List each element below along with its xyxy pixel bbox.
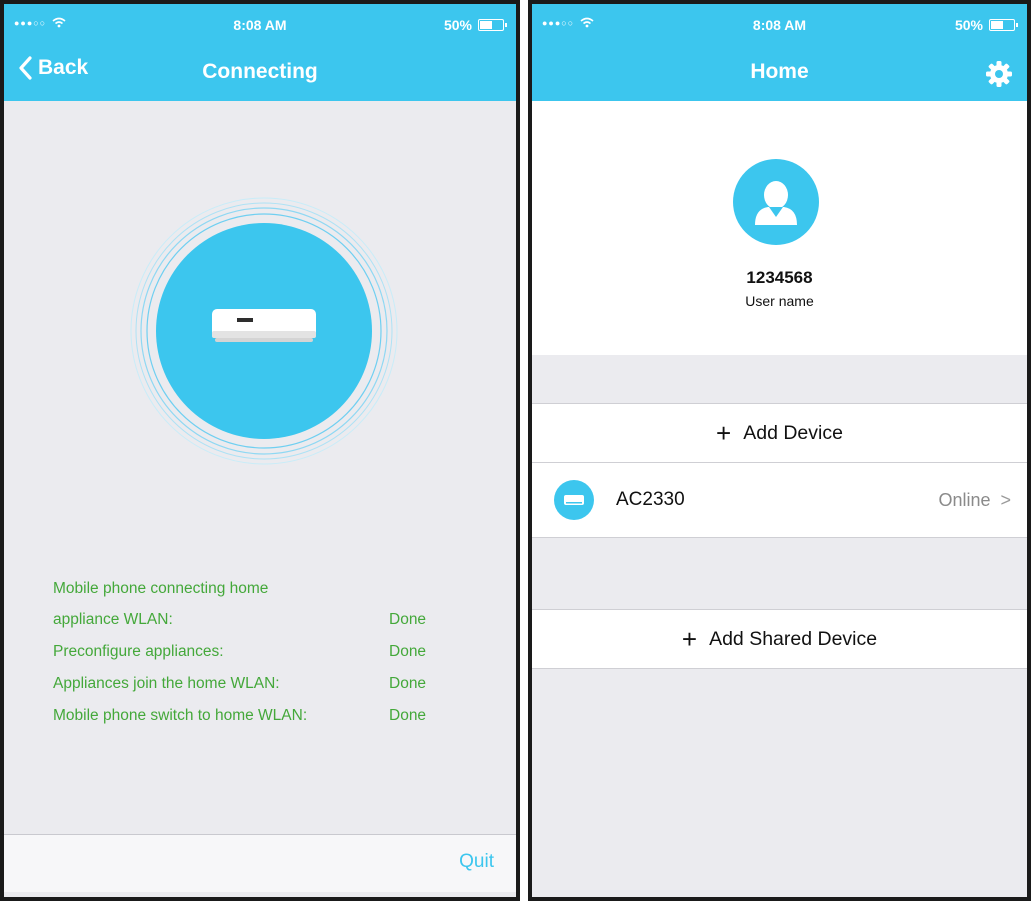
add-shared-device-button[interactable]: + Add Shared Device [532, 610, 1027, 668]
add-device-button[interactable]: + Add Device [532, 404, 1027, 462]
list-item[interactable]: AC2330 Online > [532, 463, 1027, 537]
gear-icon[interactable] [985, 60, 1013, 88]
battery-fill [991, 21, 1003, 29]
navigation-bar: Home [532, 48, 1027, 101]
status-bar: ●●●○○ 8:08 AM 50% [532, 4, 1027, 48]
step-status: Done [389, 643, 427, 660]
connection-progress: Mobile phone connecting home appliance W… [53, 574, 453, 732]
navigation-bar: Back Connecting [4, 48, 516, 101]
plus-icon: + [716, 418, 732, 448]
clock: 8:08 AM [233, 17, 287, 33]
device-status: Online [938, 489, 991, 510]
home-screen: ●●●○○ 8:08 AM 50% Home 1234568 User name… [528, 0, 1031, 901]
battery-indicator: 50% [954, 17, 1018, 33]
quit-button[interactable]: Quit [459, 851, 494, 873]
add-device-cell: + Add Device [532, 403, 1027, 463]
page-title: Home [750, 60, 809, 83]
progress-heading: Mobile phone connecting home [53, 580, 269, 597]
chevron-right-icon: > [1000, 489, 1011, 510]
progress-step: appliance WLAN: Done [53, 604, 453, 636]
step-status: Done [389, 675, 427, 692]
connecting-screen: ●●●○○ 8:08 AM 50% Back Connecting Mobile… [0, 0, 520, 901]
user-id: 1234568 [746, 268, 813, 287]
person-icon[interactable] [733, 159, 819, 245]
add-shared-device-cell: + Add Shared Device [532, 609, 1027, 669]
step-status: Done [389, 611, 427, 628]
plus-icon: + [681, 624, 698, 654]
device-name: AC2330 [616, 489, 685, 510]
battery-indicator: 50% [443, 17, 507, 33]
progress-step: Appliances join the home WLAN: Done [53, 668, 453, 700]
battery-fill [480, 21, 492, 29]
progress-step: Preconfigure appliances: Done [53, 636, 453, 668]
add-shared-device-label: Add Shared Device [709, 627, 878, 650]
step-label: Appliances join the home WLAN: [53, 675, 280, 692]
air-conditioner-icon [554, 480, 594, 520]
step-label: appliance WLAN: [53, 611, 173, 628]
page-title: Connecting [202, 60, 318, 83]
battery-percent: 50% [443, 17, 472, 33]
add-device-label: Add Device [743, 421, 843, 444]
user-name-label: User name [745, 293, 814, 309]
battery-icon [989, 19, 1018, 31]
status-bar: ●●●○○ 8:08 AM 50% [4, 4, 516, 48]
step-label: Preconfigure appliances: [53, 643, 224, 660]
connecting-ac-icon [130, 197, 398, 465]
user-profile-card: 1234568 User name [532, 101, 1027, 355]
step-label: Mobile phone switch to home WLAN: [53, 707, 308, 724]
battery-icon [478, 19, 507, 31]
clock: 8:08 AM [752, 17, 807, 33]
progress-step: Mobile phone switch to home WLAN: Done [53, 700, 453, 732]
battery-percent: 50% [954, 17, 983, 33]
device-list: AC2330 Online > [532, 462, 1027, 538]
step-status: Done [389, 707, 427, 724]
bottom-toolbar: Quit [4, 834, 516, 892]
